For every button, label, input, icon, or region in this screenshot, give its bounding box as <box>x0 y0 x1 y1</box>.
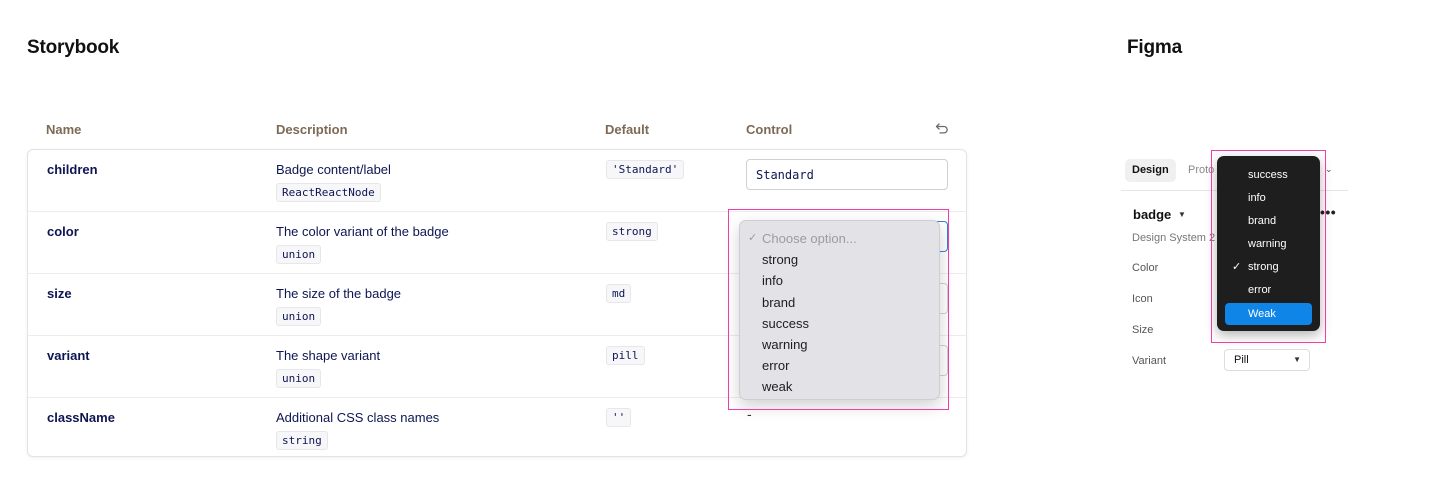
prop-label-color: Color <box>1132 262 1159 274</box>
prop-type: union <box>276 307 322 326</box>
annotation-highlight-box <box>1211 150 1326 343</box>
prop-name: size <box>47 286 72 301</box>
prop-name: className <box>47 410 115 425</box>
prop-label-size: Size <box>1132 324 1154 336</box>
prop-type: union <box>276 245 322 264</box>
table-row: children Badge content/label ReactReactN… <box>28 150 966 212</box>
prop-description: The color variant of the badge <box>276 224 449 239</box>
annotation-highlight-box <box>728 209 949 410</box>
reset-controls-icon[interactable] <box>935 121 949 135</box>
chevron-down-icon: ▼ <box>1293 355 1301 364</box>
prop-type: string <box>276 431 328 450</box>
prop-description: The shape variant <box>276 348 381 363</box>
prop-description: Additional CSS class names <box>276 410 440 425</box>
column-header-control: Control <box>746 122 793 137</box>
prop-description: The size of the badge <box>276 286 402 301</box>
prop-default: pill <box>606 346 645 365</box>
prop-default: md <box>606 284 632 303</box>
prop-description: Badge content/label <box>276 162 391 177</box>
figma-heading: Figma <box>1127 37 1182 58</box>
component-library: Design System 2 <box>1132 232 1216 244</box>
prop-default: 'Standard' <box>606 160 685 179</box>
prop-default: '' <box>606 408 632 427</box>
prop-label-variant: Variant <box>1132 355 1167 367</box>
prop-type: ReactReactNode <box>276 183 381 202</box>
component-name[interactable]: badge <box>1133 207 1171 222</box>
children-text-input[interactable]: Standard <box>746 159 948 190</box>
variant-select[interactable]: Pill ▼ <box>1224 349 1310 371</box>
prop-type: union <box>276 369 322 388</box>
tab-design[interactable]: Design <box>1125 159 1176 182</box>
chevron-down-icon[interactable]: ⌄ <box>1325 164 1333 175</box>
prop-label-icon: Icon <box>1132 293 1153 305</box>
prop-name: variant <box>47 348 90 363</box>
chevron-down-icon[interactable]: ▼ <box>1178 210 1186 219</box>
column-header-name: Name <box>46 122 82 137</box>
column-header-default: Default <box>605 122 650 137</box>
column-header-description: Description <box>276 122 348 137</box>
prop-name: children <box>47 162 98 177</box>
prop-name: color <box>47 224 79 239</box>
variant-value: Pill <box>1234 354 1249 366</box>
storybook-heading: Storybook <box>27 37 120 58</box>
prop-default: strong <box>606 222 658 241</box>
